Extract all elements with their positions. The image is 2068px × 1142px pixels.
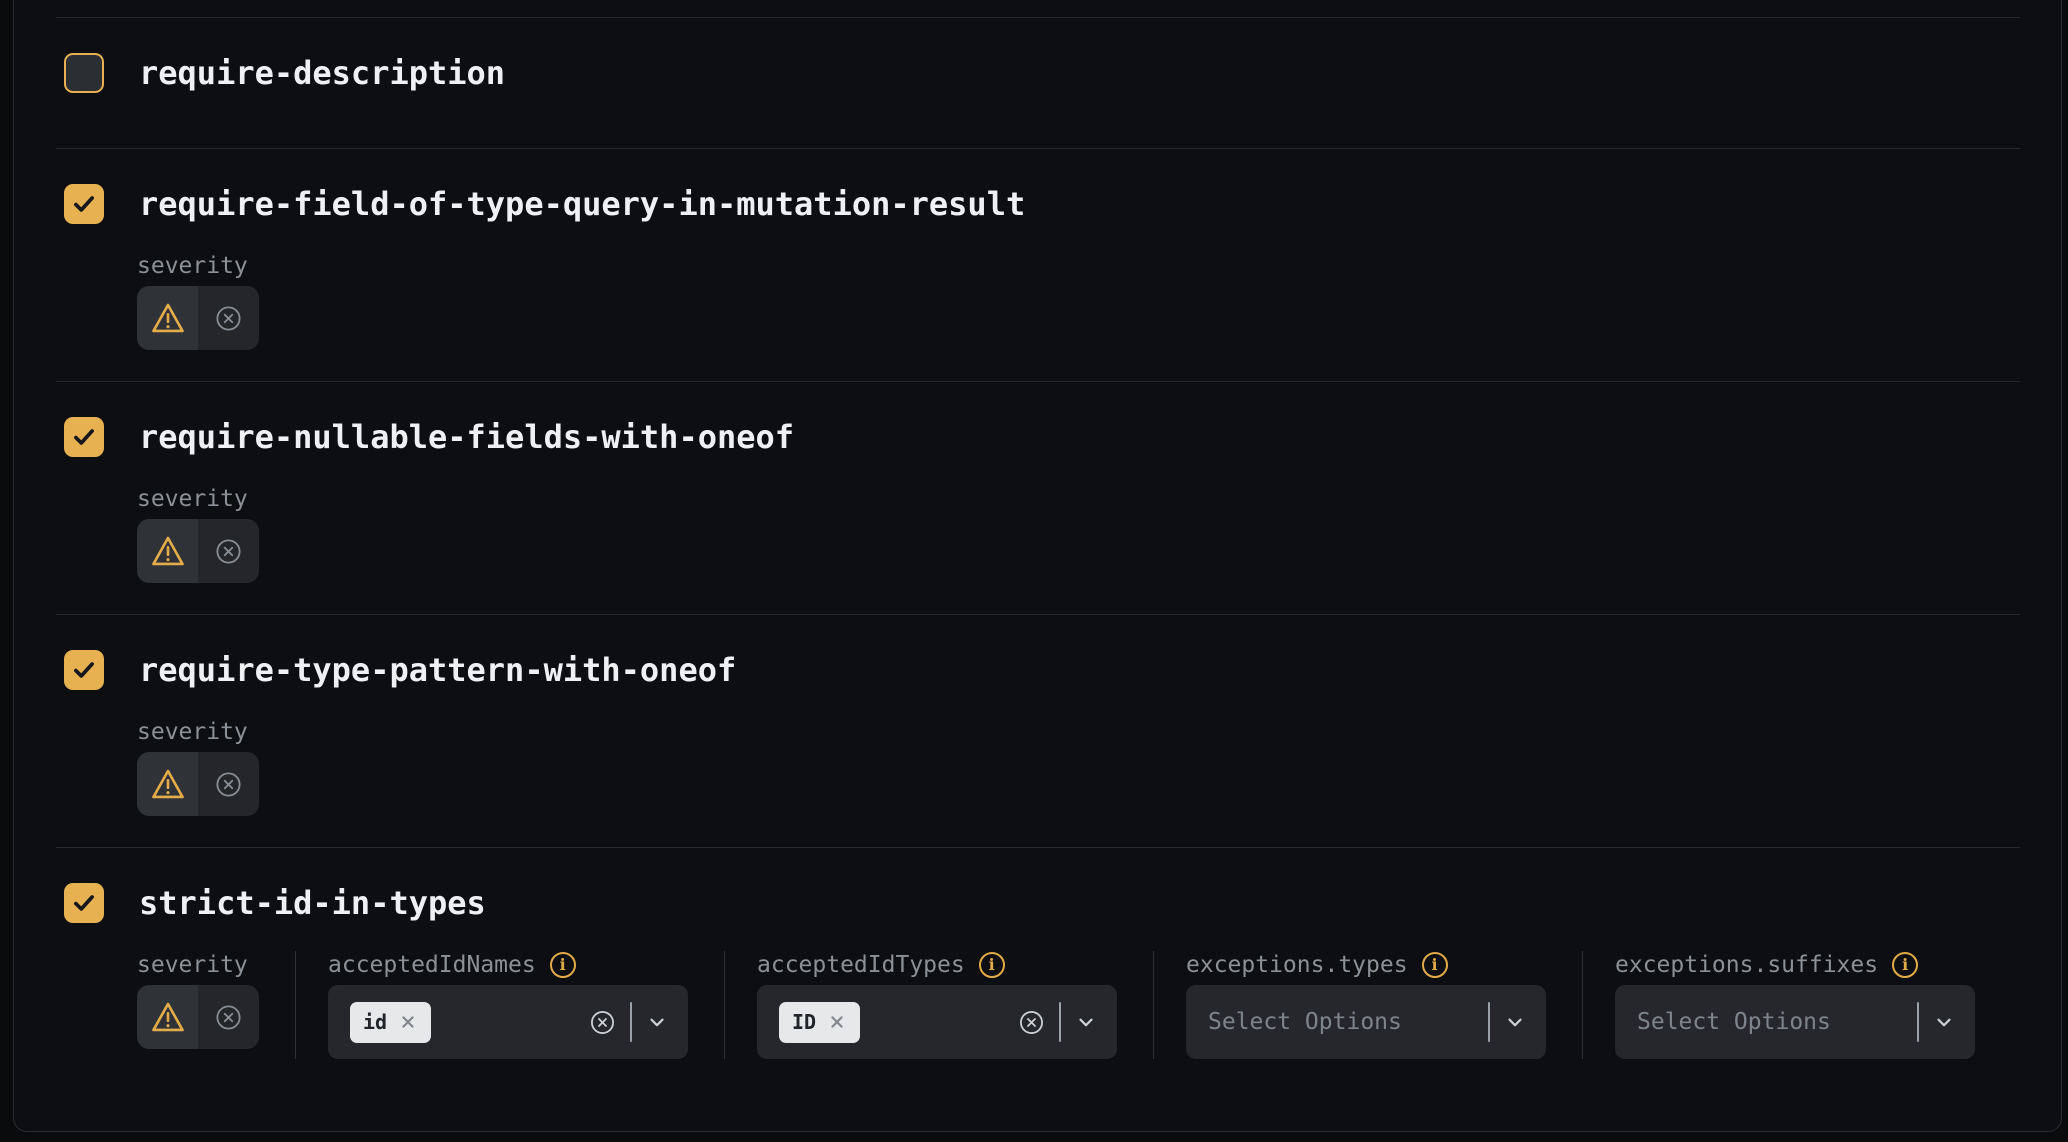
exceptions-suffixes-column: exceptions.suffixes i Select Options <box>1582 951 2011 1059</box>
severity-column: severity <box>137 951 295 1049</box>
exceptions-suffixes-multiselect[interactable]: Select Options <box>1615 985 1975 1059</box>
rule-header: require-description <box>56 53 2020 93</box>
rule-checkbox-unchecked[interactable] <box>64 53 104 93</box>
circle-x-icon <box>214 770 243 799</box>
severity-toggle <box>137 519 259 583</box>
rule-checkbox-checked[interactable] <box>64 883 104 923</box>
rules-config-panel: require-description require-field-of-typ… <box>13 0 2062 1132</box>
accepted-id-types-column: acceptedIdTypes i ID <box>724 951 1153 1059</box>
select-divider <box>1917 1002 1919 1042</box>
info-icon[interactable]: i <box>1892 952 1918 978</box>
severity-warn-button[interactable] <box>137 286 198 350</box>
rule-checkbox-checked[interactable] <box>64 650 104 690</box>
rule-row-require-nullable-fields-with-oneof: require-nullable-fields-with-oneof sever… <box>56 381 2020 614</box>
select-placeholder: Select Options <box>1637 1009 1831 1035</box>
accepted-id-types-multiselect[interactable]: ID <box>757 985 1117 1059</box>
rule-header: require-type-pattern-with-oneof <box>56 650 2020 690</box>
severity-warn-button[interactable] <box>137 985 198 1049</box>
severity-toggle <box>137 286 259 350</box>
checkmark-icon <box>71 657 97 683</box>
select-divider <box>630 1002 632 1042</box>
severity-off-button[interactable] <box>198 519 259 583</box>
accepted-id-names-column: acceptedIdNames i id <box>295 951 724 1059</box>
warning-triangle-icon <box>149 1000 187 1034</box>
clear-all-circle-x-icon[interactable] <box>1018 1009 1045 1036</box>
severity-off-button[interactable] <box>198 752 259 816</box>
severity-label: severity <box>137 952 248 978</box>
severity-toggle <box>137 752 259 816</box>
rule-options: severity <box>137 951 2020 1059</box>
tag-remove-x-icon[interactable] <box>398 1012 418 1032</box>
circle-x-icon <box>214 537 243 566</box>
warning-triangle-icon <box>149 767 187 801</box>
rule-title: require-description <box>139 53 505 93</box>
checkmark-icon <box>71 191 97 217</box>
severity-column: severity <box>137 718 295 816</box>
option-label: exceptions.suffixes <box>1615 952 1878 978</box>
rule-header: strict-id-in-types <box>56 883 2020 923</box>
severity-label: severity <box>137 486 248 512</box>
rule-options: severity <box>137 718 2020 816</box>
rule-row-strict-id-in-types: strict-id-in-types severity <box>56 847 2020 1132</box>
accepted-id-names-multiselect[interactable]: id <box>328 985 688 1059</box>
severity-warn-button[interactable] <box>137 519 198 583</box>
select-placeholder: Select Options <box>1208 1009 1402 1035</box>
rule-header: require-field-of-type-query-in-mutation-… <box>56 184 2020 224</box>
severity-off-button[interactable] <box>198 985 259 1049</box>
rule-row-require-type-pattern-with-oneof: require-type-pattern-with-oneof severity <box>56 614 2020 847</box>
checkmark-icon <box>71 890 97 916</box>
tag-label: ID <box>792 1012 816 1032</box>
rule-title: require-nullable-fields-with-oneof <box>139 417 794 457</box>
rule-header: require-nullable-fields-with-oneof <box>56 417 2020 457</box>
info-icon[interactable]: i <box>550 952 576 978</box>
rule-options: severity <box>137 252 2020 350</box>
checkmark-icon <box>71 424 97 450</box>
select-divider <box>1488 1002 1490 1042</box>
info-icon[interactable]: i <box>1422 952 1448 978</box>
severity-off-button[interactable] <box>198 286 259 350</box>
rule-row-require-description: require-description <box>56 17 2020 148</box>
select-divider <box>1059 1002 1061 1042</box>
circle-x-icon <box>214 304 243 333</box>
severity-column: severity <box>137 252 295 350</box>
selected-tag: id <box>350 1002 431 1043</box>
rule-checkbox-checked[interactable] <box>64 417 104 457</box>
rule-row-require-field-of-type-query-in-mutation-result: require-field-of-type-query-in-mutation-… <box>56 148 2020 381</box>
severity-label: severity <box>137 719 248 745</box>
warning-triangle-icon <box>149 534 187 568</box>
tag-label: id <box>363 1012 387 1032</box>
rule-title: require-type-pattern-with-oneof <box>139 650 736 690</box>
chevron-down-icon[interactable] <box>646 1011 668 1033</box>
exceptions-types-column: exceptions.types i Select Options <box>1153 951 1582 1059</box>
chevron-down-icon[interactable] <box>1933 1011 1955 1033</box>
rule-options: severity <box>137 485 2020 583</box>
exceptions-types-multiselect[interactable]: Select Options <box>1186 985 1546 1059</box>
rule-checkbox-checked[interactable] <box>64 184 104 224</box>
severity-label: severity <box>137 253 248 279</box>
rule-title: require-field-of-type-query-in-mutation-… <box>139 184 1025 224</box>
rule-title: strict-id-in-types <box>139 883 486 923</box>
warning-triangle-icon <box>149 301 187 335</box>
chevron-down-icon[interactable] <box>1075 1011 1097 1033</box>
option-label: exceptions.types <box>1186 952 1408 978</box>
selected-tag: ID <box>779 1002 860 1043</box>
chevron-down-icon[interactable] <box>1504 1011 1526 1033</box>
severity-column: severity <box>137 485 295 583</box>
info-icon[interactable]: i <box>979 952 1005 978</box>
circle-x-icon <box>214 1003 243 1032</box>
severity-warn-button[interactable] <box>137 752 198 816</box>
option-label: acceptedIdTypes <box>757 952 965 978</box>
clear-all-circle-x-icon[interactable] <box>589 1009 616 1036</box>
severity-toggle <box>137 985 259 1049</box>
tag-remove-x-icon[interactable] <box>827 1012 847 1032</box>
option-label: acceptedIdNames <box>328 952 536 978</box>
